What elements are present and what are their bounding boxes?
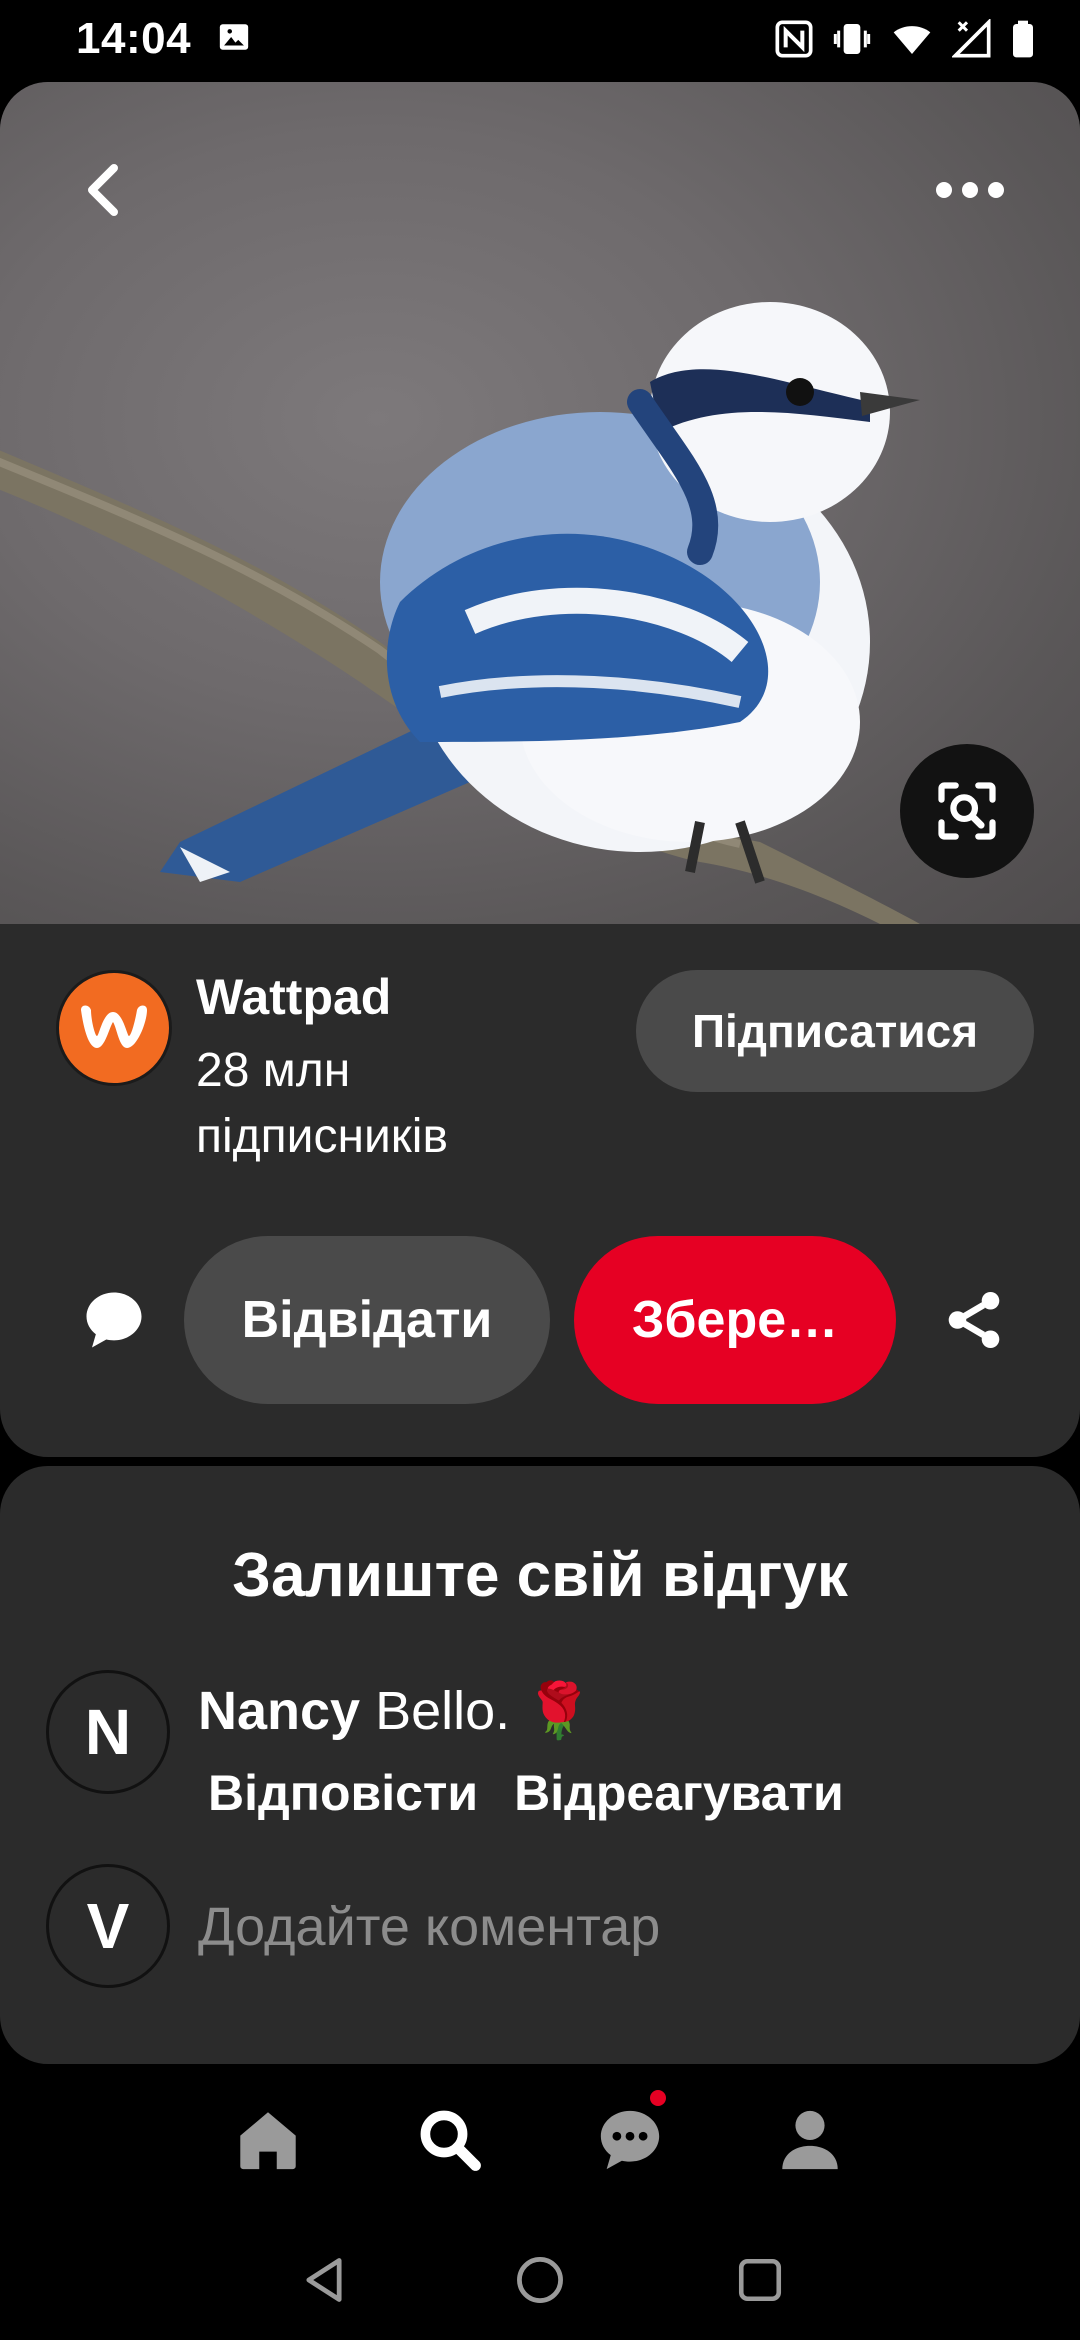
comment-text: Nancy Bello. 🌹 (198, 1680, 592, 1743)
add-comment-input[interactable] (198, 1896, 1018, 1958)
save-button[interactable]: Збере… (574, 1236, 896, 1404)
status-time: 14:04 (76, 14, 192, 63)
nav-profile[interactable] (770, 2100, 850, 2180)
visual-search-button[interactable] (900, 744, 1034, 878)
search-icon (420, 2110, 481, 2171)
lens-icon (938, 782, 996, 840)
system-recents-button[interactable] (720, 2240, 800, 2320)
back-triangle-icon (306, 2258, 342, 2302)
back-button[interactable] (72, 160, 132, 220)
image-icon (217, 20, 251, 59)
visit-button[interactable]: Відвідати (184, 1236, 550, 1404)
vibrate-icon (832, 19, 872, 59)
nav-home[interactable] (228, 2100, 308, 2180)
pin-image[interactable] (0, 82, 1080, 924)
more-dots-icon (936, 182, 1004, 198)
system-back-button[interactable] (284, 2240, 364, 2320)
nfc-icon (774, 19, 814, 59)
comment-button[interactable] (78, 1284, 150, 1356)
messages-icon (600, 2110, 660, 2170)
recents-square-icon (738, 2258, 782, 2302)
commenter-avatar[interactable]: N (46, 1670, 170, 1794)
notification-dot (650, 2090, 666, 2106)
chevron-left-icon (88, 164, 118, 216)
home-icon (240, 2112, 296, 2170)
signal-icon (952, 19, 992, 59)
comment-actions: Відповісти Відреагувати (208, 1764, 844, 1822)
wifi-icon (890, 19, 934, 59)
comment-author[interactable]: Nancy (198, 1681, 360, 1741)
comment-body: Bello. 🌹 (360, 1681, 593, 1741)
creator-name[interactable]: Wattpad (196, 968, 391, 1026)
pin-card (0, 82, 1080, 1457)
more-options-button[interactable] (930, 170, 1010, 210)
profile-icon (782, 2110, 838, 2170)
creator-avatar[interactable] (56, 970, 172, 1086)
follow-button[interactable]: Підписатися (636, 970, 1034, 1092)
nav-messages[interactable] (590, 2100, 670, 2180)
creator-followers: 28 млн підписників (196, 1044, 448, 1163)
react-button[interactable]: Відреагувати (514, 1764, 844, 1822)
nav-search[interactable] (410, 2100, 490, 2180)
share-icon (948, 1291, 1000, 1349)
battery-icon (1010, 19, 1036, 59)
system-home-button[interactable] (500, 2240, 580, 2320)
wattpad-logo-icon (81, 1005, 147, 1048)
speech-bubble-icon (86, 1292, 142, 1348)
home-circle-icon (517, 2257, 563, 2303)
status-bar: 14:04 (0, 0, 1080, 78)
current-user-avatar: V (46, 1864, 170, 1988)
bottom-nav (0, 2080, 1080, 2200)
share-button[interactable] (940, 1286, 1008, 1354)
comments-title: Залиште свій відгук (232, 1541, 848, 1610)
reply-button[interactable]: Відповісти (208, 1764, 478, 1822)
